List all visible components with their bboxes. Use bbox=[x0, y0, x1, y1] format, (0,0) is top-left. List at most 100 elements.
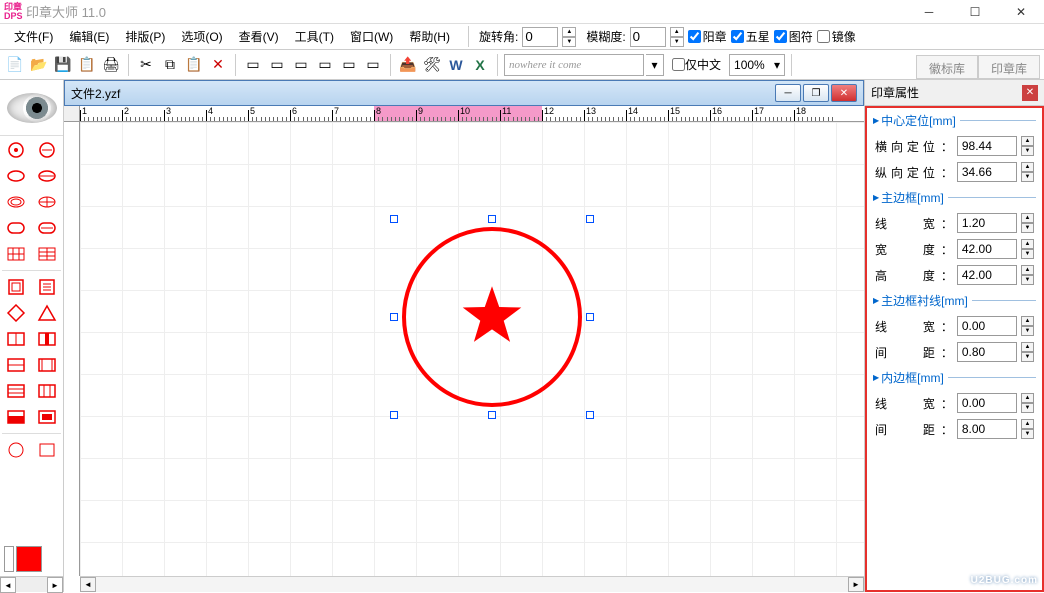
tool-square[interactable] bbox=[2, 275, 30, 299]
check-mirror[interactable]: 镜像 bbox=[817, 28, 856, 45]
selection-handle[interactable] bbox=[390, 313, 398, 321]
tool-grid1[interactable] bbox=[2, 242, 30, 266]
field-input[interactable] bbox=[957, 239, 1017, 259]
tool-rect-h2[interactable] bbox=[33, 353, 61, 377]
field-spinner[interactable]: ▲▼ bbox=[1021, 265, 1034, 285]
selection-handle[interactable] bbox=[390, 411, 398, 419]
tab-badge-library[interactable]: 徽标库 bbox=[916, 55, 978, 79]
field-input[interactable] bbox=[957, 265, 1017, 285]
align6-button[interactable]: ▭ bbox=[362, 54, 384, 76]
doc-minimize-button[interactable]: ─ bbox=[775, 84, 801, 102]
align3-button[interactable]: ▭ bbox=[290, 54, 312, 76]
excel-button[interactable]: X bbox=[469, 54, 491, 76]
group-header[interactable]: 中心定位[mm] bbox=[867, 108, 1042, 133]
selection-handle[interactable] bbox=[488, 411, 496, 419]
field-input[interactable] bbox=[957, 316, 1017, 336]
tool-triangle[interactable] bbox=[33, 301, 61, 325]
doc-restore-button[interactable]: ❐ bbox=[803, 84, 829, 102]
tool-diamond[interactable] bbox=[2, 301, 30, 325]
panel-close-button[interactable]: ✕ bbox=[1022, 85, 1038, 101]
save-button[interactable]: 💾 bbox=[52, 54, 74, 76]
font-dropdown-arrow[interactable]: ▾ bbox=[646, 54, 664, 76]
font-combo[interactable]: nowhere it come bbox=[504, 54, 644, 76]
rotate-input[interactable] bbox=[522, 27, 558, 47]
blur-spinner[interactable]: ▲▼ bbox=[670, 27, 684, 47]
close-button[interactable]: ✕ bbox=[998, 0, 1044, 24]
menu-item[interactable]: 工具(T) bbox=[287, 24, 342, 49]
align5-button[interactable]: ▭ bbox=[338, 54, 360, 76]
field-spinner[interactable]: ▲▼ bbox=[1021, 342, 1034, 362]
left-color-swatch[interactable] bbox=[4, 546, 14, 572]
chinese-only-check[interactable]: 仅中文 bbox=[672, 56, 721, 73]
export-button[interactable]: 📤 bbox=[397, 54, 419, 76]
field-spinner[interactable]: ▲▼ bbox=[1021, 316, 1034, 336]
group-header[interactable]: 主边框衬线[mm] bbox=[867, 288, 1042, 313]
delete-button[interactable]: ✕ bbox=[207, 54, 229, 76]
menu-item[interactable]: 查看(V) bbox=[231, 24, 287, 49]
print-button[interactable]: 🖨 bbox=[100, 54, 122, 76]
tool-rect-grid3[interactable] bbox=[2, 379, 30, 403]
tool-oval-double[interactable] bbox=[2, 190, 30, 214]
field-input[interactable] bbox=[957, 162, 1017, 182]
menu-item[interactable]: 文件(F) bbox=[6, 24, 61, 49]
tool-rect-fill[interactable] bbox=[2, 405, 30, 429]
saveas-button[interactable]: 📋 bbox=[76, 54, 98, 76]
right-color-swatch[interactable] bbox=[16, 546, 42, 572]
tool-rounded1[interactable] bbox=[2, 216, 30, 240]
field-spinner[interactable]: ▲▼ bbox=[1021, 136, 1034, 156]
rotate-spinner[interactable]: ▲▼ bbox=[562, 27, 576, 47]
field-spinner[interactable]: ▲▼ bbox=[1021, 239, 1034, 259]
canvas[interactable]: 广西大鹏应用软件公司 bbox=[80, 122, 864, 576]
field-input[interactable] bbox=[957, 393, 1017, 413]
selection-handle[interactable] bbox=[586, 411, 594, 419]
check-star[interactable]: 五星 bbox=[731, 28, 770, 45]
cut-button[interactable]: ✂ bbox=[135, 54, 157, 76]
group-header[interactable]: 主边框[mm] bbox=[867, 185, 1042, 210]
menu-item[interactable]: 选项(O) bbox=[173, 24, 230, 49]
tool-square-lines[interactable] bbox=[33, 275, 61, 299]
selection-handle[interactable] bbox=[586, 313, 594, 321]
menu-item[interactable]: 帮助(H) bbox=[401, 24, 458, 49]
tool-rect-split[interactable] bbox=[2, 327, 30, 351]
tool-circle-outline[interactable] bbox=[2, 138, 30, 162]
menu-item[interactable]: 排版(P) bbox=[117, 24, 173, 49]
align2-button[interactable]: ▭ bbox=[266, 54, 288, 76]
field-input[interactable] bbox=[957, 213, 1017, 233]
field-spinner[interactable]: ▲▼ bbox=[1021, 162, 1034, 182]
blur-input[interactable] bbox=[630, 27, 666, 47]
paste-button[interactable]: 📋 bbox=[183, 54, 205, 76]
field-spinner[interactable]: ▲▼ bbox=[1021, 419, 1034, 439]
tool-rect-grid4[interactable] bbox=[33, 379, 61, 403]
field-spinner[interactable]: ▲▼ bbox=[1021, 213, 1034, 233]
field-input[interactable] bbox=[957, 136, 1017, 156]
tool-oval2[interactable] bbox=[33, 164, 61, 188]
vertical-ruler[interactable] bbox=[64, 122, 80, 576]
check-tufu[interactable]: 图符 bbox=[774, 28, 813, 45]
field-input[interactable] bbox=[957, 419, 1017, 439]
menu-item[interactable]: 编辑(E) bbox=[61, 24, 117, 49]
selection-handle[interactable] bbox=[586, 215, 594, 223]
word-button[interactable]: W bbox=[445, 54, 467, 76]
palette-scrollbar[interactable]: ◄► bbox=[0, 576, 63, 592]
horizontal-ruler[interactable]: 123456789101112131415161718 bbox=[80, 106, 864, 122]
tab-stamp-library[interactable]: 印章库 bbox=[978, 55, 1040, 79]
settings-button[interactable]: 🛠 bbox=[421, 54, 443, 76]
align4-button[interactable]: ▭ bbox=[314, 54, 336, 76]
selection-handle[interactable] bbox=[390, 215, 398, 223]
menu-item[interactable]: 窗口(W) bbox=[342, 24, 401, 49]
tool-rect-fill2[interactable] bbox=[33, 405, 61, 429]
new-button[interactable]: 📄 bbox=[4, 54, 26, 76]
tool-oval1[interactable] bbox=[2, 164, 30, 188]
copy-button[interactable]: ⧉ bbox=[159, 54, 181, 76]
group-header[interactable]: 内边框[mm] bbox=[867, 365, 1042, 390]
check-yang[interactable]: 阳章 bbox=[688, 28, 727, 45]
tool-rect-split2[interactable] bbox=[33, 327, 61, 351]
tool-oval-grid[interactable] bbox=[33, 190, 61, 214]
minimize-button[interactable]: ─ bbox=[906, 0, 952, 24]
tool-misc1[interactable] bbox=[2, 438, 30, 462]
tool-circle-text[interactable] bbox=[33, 138, 61, 162]
open-button[interactable]: 📂 bbox=[28, 54, 50, 76]
tool-rounded2[interactable] bbox=[33, 216, 61, 240]
doc-close-button[interactable]: ✕ bbox=[831, 84, 857, 102]
selection-handle[interactable] bbox=[488, 215, 496, 223]
